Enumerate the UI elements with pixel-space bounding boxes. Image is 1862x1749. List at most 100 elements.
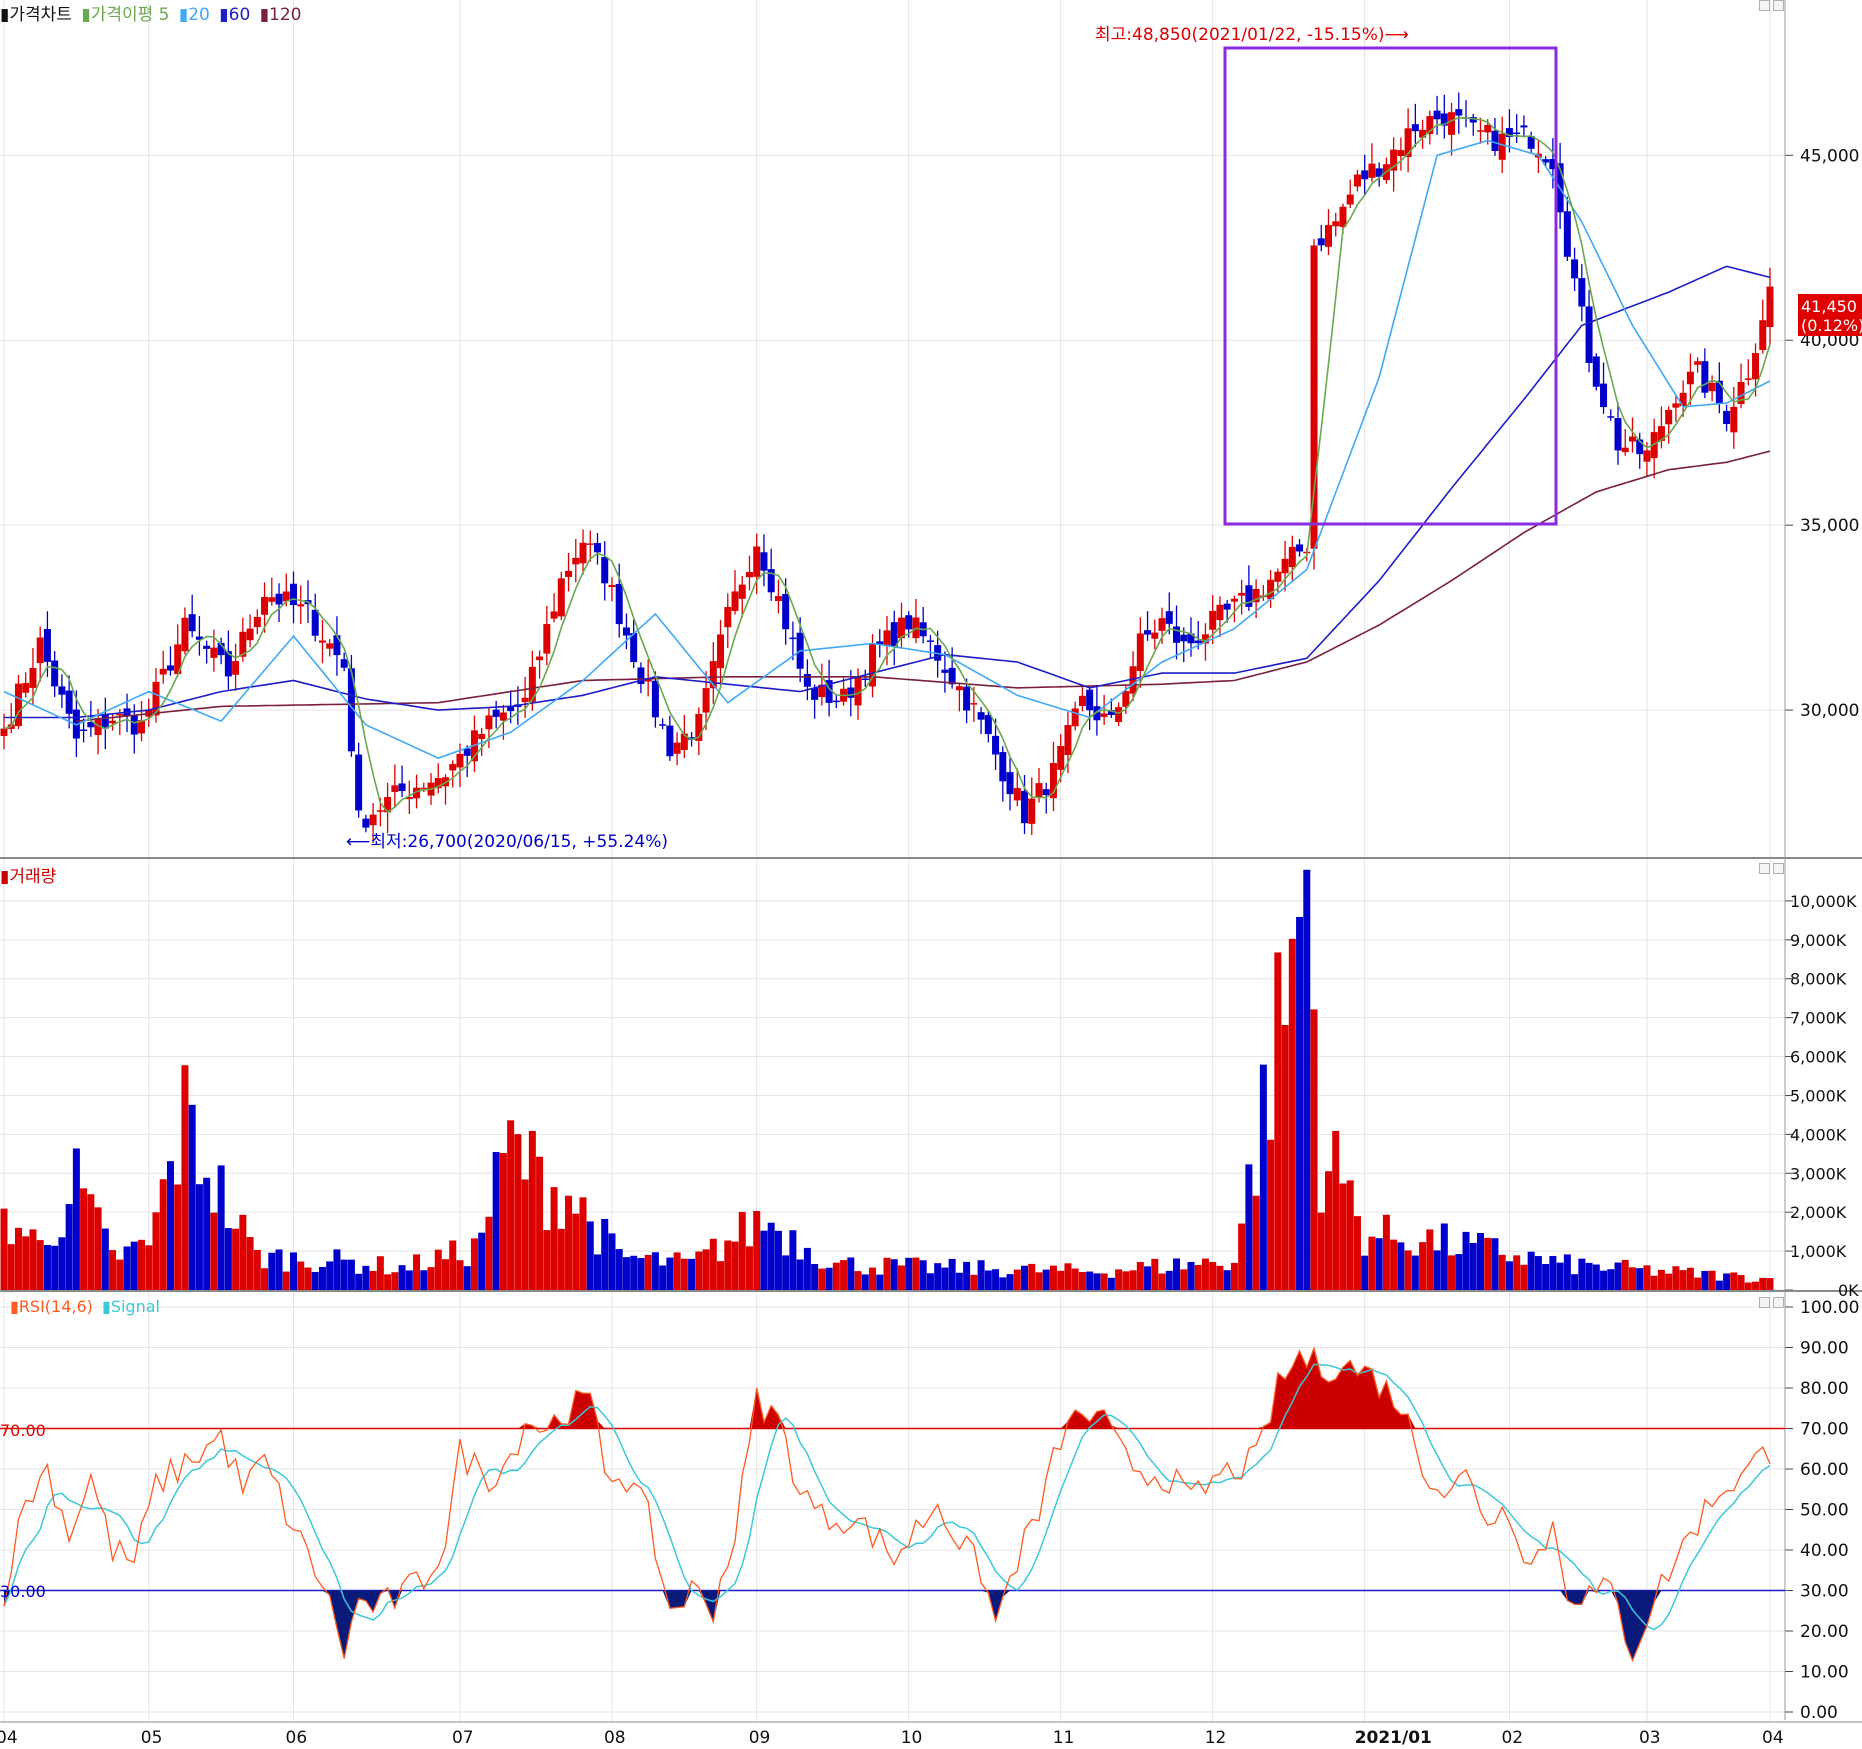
price-tick-label: 45,000 — [1800, 146, 1859, 166]
volume-bar — [789, 1230, 797, 1290]
panel-frames — [0, 0, 1862, 1723]
volume-bar — [1296, 916, 1304, 1290]
candle-body — [1057, 746, 1065, 770]
rsi-70-label: 70.00 — [0, 1421, 46, 1440]
candle-body — [753, 546, 761, 577]
volume-bar — [1180, 1269, 1188, 1290]
volume-bar — [738, 1211, 746, 1290]
volume-bar — [0, 1208, 8, 1290]
candle-body — [29, 668, 37, 688]
candle-body — [1115, 707, 1123, 722]
legend-ma120[interactable]: ▮120 — [260, 5, 304, 25]
legend-ma60[interactable]: ▮60 — [219, 5, 252, 25]
volume-bar — [224, 1228, 232, 1290]
volume-bar — [1708, 1270, 1716, 1290]
candle-body — [1144, 630, 1152, 635]
candle-body — [630, 633, 638, 663]
candle-body — [1361, 170, 1369, 180]
volume-bar — [1585, 1262, 1593, 1290]
volume-panel-close-button[interactable] — [1773, 863, 1784, 874]
candle-body — [275, 593, 283, 605]
candle-body — [832, 700, 840, 703]
candle-body — [1216, 604, 1224, 621]
volume-bar — [528, 1130, 536, 1290]
volume-bar — [442, 1259, 449, 1290]
volume-bar — [123, 1246, 131, 1290]
candle-body — [1665, 409, 1673, 425]
volume-bar — [507, 1120, 515, 1290]
volume-bar — [261, 1268, 269, 1290]
volume-bar — [420, 1270, 428, 1290]
candle-body — [586, 543, 594, 545]
price-panel-close-button[interactable] — [1773, 0, 1784, 11]
volume-bar — [680, 1258, 688, 1290]
volume-bar — [413, 1254, 421, 1290]
volume-bar — [1303, 869, 1311, 1290]
volume-tick-label: 5,000K — [1790, 1086, 1847, 1105]
candle-body — [391, 785, 399, 793]
candle-body — [1686, 371, 1694, 385]
volume-bar — [1491, 1238, 1499, 1290]
volume-tick-label: 8,000K — [1790, 970, 1847, 989]
volume-bar — [1151, 1258, 1159, 1290]
volume-bar — [1694, 1277, 1702, 1290]
volume-bar — [1665, 1273, 1673, 1290]
volume-bar — [1078, 1272, 1086, 1290]
legend-volume[interactable]: ▮거래량 — [0, 867, 58, 887]
candle-body — [861, 678, 869, 680]
legend-rsi[interactable]: ▮RSI(14,6) — [10, 1297, 95, 1316]
high-annotation: 최고:48,850(2021/01/22, -15.15%)⟶ — [1095, 25, 1409, 45]
volume-bar — [181, 1065, 189, 1290]
candle-body — [847, 687, 855, 698]
candle-body — [188, 614, 196, 632]
candle-body — [1571, 259, 1579, 279]
rsi-panel-minimize-button[interactable] — [1759, 1297, 1770, 1308]
candle-body — [615, 583, 623, 625]
rsi-tick-label: 80.00 — [1800, 1379, 1849, 1399]
grid-lines — [0, 0, 1793, 1722]
price-panel-minimize-button[interactable] — [1759, 0, 1770, 11]
volume-bar — [1093, 1273, 1101, 1290]
volume-bar — [470, 1238, 478, 1290]
legend-candles[interactable]: ▮가격차트 — [0, 5, 74, 25]
legend-ma5[interactable]: ▮가격이평 5 — [81, 5, 171, 25]
volume-bar — [1650, 1275, 1658, 1290]
rsi-panel-close-button[interactable] — [1773, 1297, 1784, 1308]
volume-bar — [955, 1272, 963, 1290]
legend-signal[interactable]: ▮Signal — [102, 1297, 162, 1316]
volume-legend: ▮거래량 — [0, 862, 60, 887]
volume-bar — [1346, 1180, 1354, 1290]
volume-tick-label: 6,000K — [1790, 1048, 1847, 1067]
candle-body — [14, 683, 22, 727]
candle-body — [456, 753, 464, 768]
volume-bar — [745, 1246, 753, 1290]
volume-bar — [557, 1228, 565, 1290]
candle-body — [181, 617, 189, 652]
candle-body — [702, 688, 710, 713]
legend-ma20[interactable]: ▮20 — [179, 5, 212, 25]
volume-bar — [1136, 1262, 1144, 1290]
candle-body — [1238, 592, 1246, 596]
volume-bar — [391, 1272, 399, 1290]
candle-body — [210, 647, 218, 658]
volume-bar — [760, 1230, 768, 1290]
volume-bar — [565, 1195, 573, 1290]
candle-body — [673, 742, 681, 754]
candle-body — [565, 570, 573, 577]
candle-body — [1209, 610, 1217, 630]
volume-bar — [304, 1267, 312, 1290]
volume-bar — [702, 1249, 710, 1290]
candle-body — [536, 656, 544, 661]
volume-bar — [1766, 1278, 1774, 1290]
volume-bar — [1115, 1269, 1123, 1290]
candle-body — [485, 715, 493, 730]
volume-bar — [282, 1271, 290, 1290]
volume-bar — [1194, 1264, 1202, 1290]
candle-body — [1397, 150, 1405, 157]
candle-body — [246, 628, 254, 641]
candle-body — [738, 584, 746, 599]
volume-bar — [1563, 1254, 1571, 1290]
candle-body — [1715, 380, 1723, 404]
volume-panel-minimize-button[interactable] — [1759, 863, 1770, 874]
moving-average-lines — [3, 116, 1771, 814]
